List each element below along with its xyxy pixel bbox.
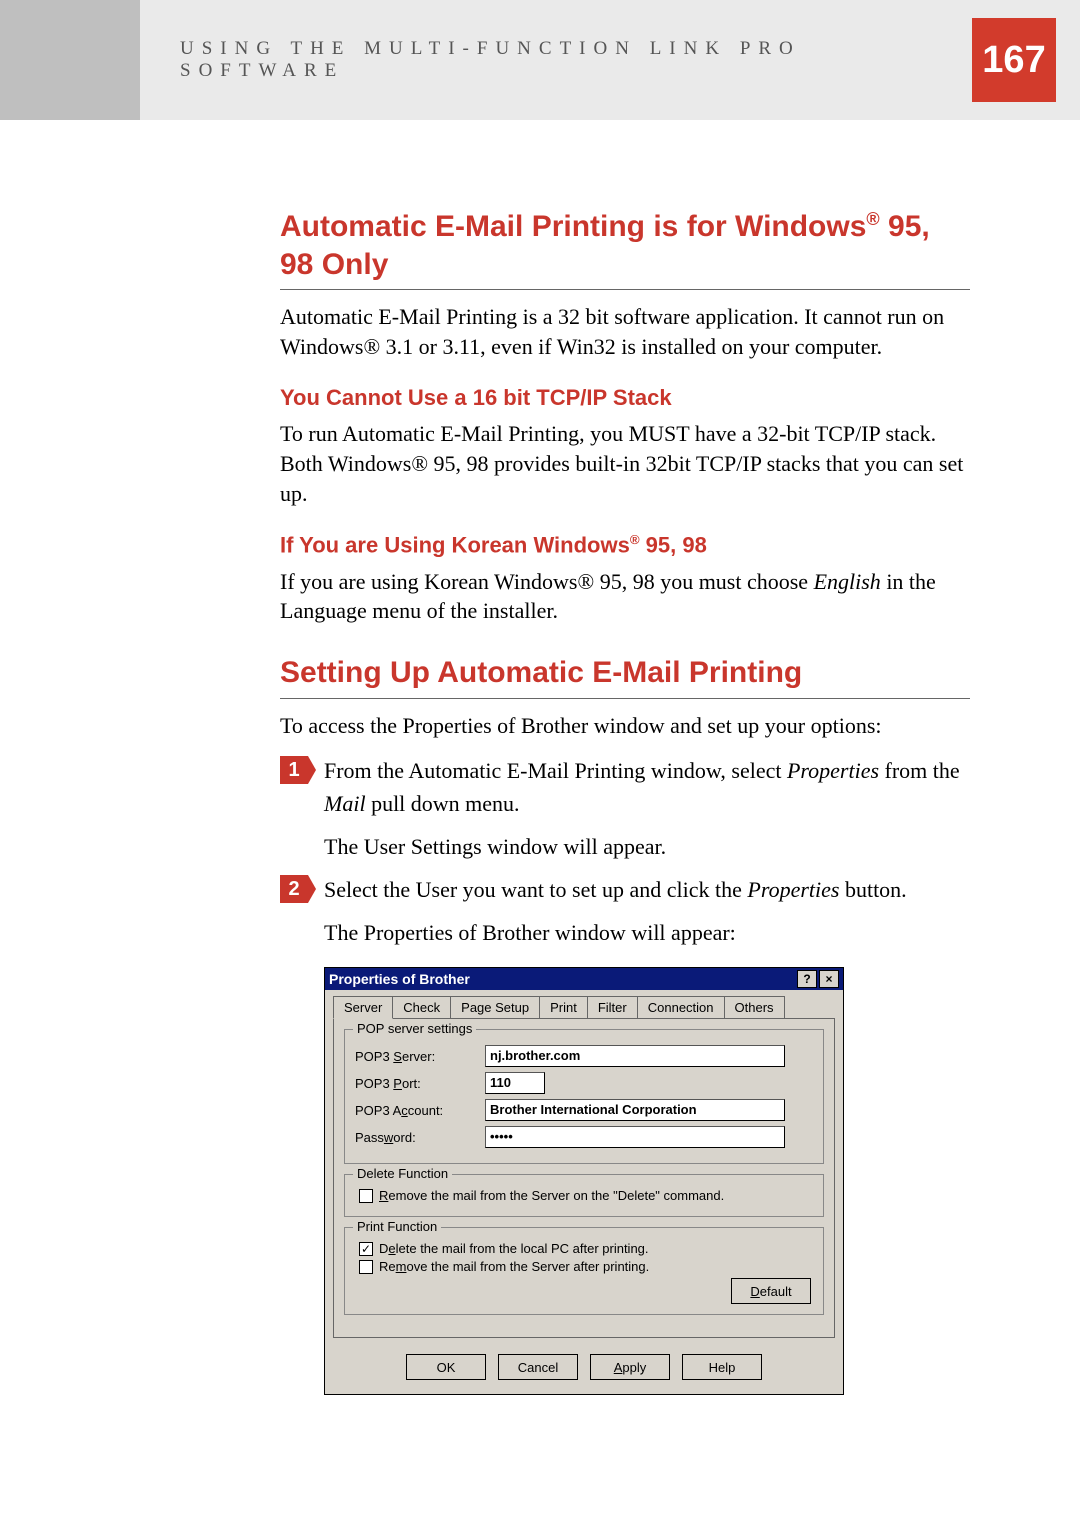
label-pop3-port: POP3 Port: xyxy=(355,1076,485,1091)
dialog-tabs: Server Check Page Setup Print Filter Con… xyxy=(325,990,843,1018)
page-header: USING THE MULTI-FUNCTION LINK PRO SOFTWA… xyxy=(0,0,1080,120)
heading-setup: Setting Up Automatic E-Mail Printing xyxy=(280,654,970,699)
tab-page-setup[interactable]: Page Setup xyxy=(450,996,540,1018)
text: button. xyxy=(839,877,906,902)
paragraph-setup-intro: To access the Properties of Brother wind… xyxy=(280,711,970,741)
input-pop3-server[interactable]: nj.brother.com xyxy=(485,1045,785,1067)
ok-button[interactable]: OK xyxy=(406,1354,486,1380)
apply-button[interactable]: Apply xyxy=(590,1354,670,1380)
paragraph-tcpip: To run Automatic E-Mail Printing, you MU… xyxy=(280,419,970,508)
registered-mark: ® xyxy=(630,532,640,547)
step-followup: The Properties of Brother window will ap… xyxy=(324,920,736,945)
heading-korean: If You are Using Korean Windows® 95, 98 xyxy=(280,532,970,558)
tab-print[interactable]: Print xyxy=(539,996,588,1018)
emphasis: Mail xyxy=(324,791,366,816)
page-content: Automatic E-Mail Printing is for Windows… xyxy=(0,120,1080,1395)
tab-connection[interactable]: Connection xyxy=(637,996,725,1018)
step-number-badge: 1 xyxy=(280,756,308,784)
checkbox-label: Remove the mail from the Server on the "… xyxy=(379,1188,724,1203)
group-title: Print Function xyxy=(353,1219,441,1234)
emphasis: Properties xyxy=(787,758,879,783)
dialog-titlebar: Properties of Brother ? × xyxy=(325,968,843,990)
checkbox-label: Remove the mail from the Server after pr… xyxy=(379,1259,649,1274)
input-pop3-port[interactable]: 110 xyxy=(485,1072,545,1094)
step-1: 1 From the Automatic E-Mail Printing win… xyxy=(280,754,970,863)
emphasis: English xyxy=(814,569,881,594)
close-icon[interactable]: × xyxy=(819,970,839,988)
label-pop3-account: POP3 Account: xyxy=(355,1103,485,1118)
heading-text-pre: Automatic E-Mail Printing is for Windows xyxy=(280,210,866,243)
page-number-badge: 167 xyxy=(972,18,1056,102)
text: If you are using Korean Windows® 95, 98 … xyxy=(280,569,814,594)
heading-auto-email: Automatic E-Mail Printing is for Windows… xyxy=(280,208,970,290)
default-button[interactable]: Default xyxy=(731,1278,811,1304)
dialog-title: Properties of Brother xyxy=(329,971,795,987)
help-icon[interactable]: ? xyxy=(797,970,817,988)
tab-others[interactable]: Others xyxy=(724,996,785,1018)
text: from the xyxy=(879,758,960,783)
label-pop3-server: POP3 Server: xyxy=(355,1049,485,1064)
input-password[interactable]: ••••• xyxy=(485,1126,785,1148)
heading-tcpip: You Cannot Use a 16 bit TCP/IP Stack xyxy=(280,385,970,411)
group-print-function: Print Function Delete the mail from the … xyxy=(344,1227,824,1315)
paragraph-auto-email: Automatic E-Mail Printing is a 32 bit so… xyxy=(280,302,970,361)
checkbox-remove-server-after-print[interactable]: Remove the mail from the Server after pr… xyxy=(359,1259,813,1274)
text: Select the User you want to set up and c… xyxy=(324,877,747,902)
input-pop3-account[interactable]: Brother International Corporation xyxy=(485,1099,785,1121)
emphasis: Properties xyxy=(747,877,839,902)
paragraph-korean: If you are using Korean Windows® 95, 98 … xyxy=(280,567,970,626)
group-delete-function: Delete Function Remove the mail from the… xyxy=(344,1174,824,1217)
group-title: Delete Function xyxy=(353,1166,452,1181)
heading-korean-post: 95, 98 xyxy=(640,533,707,558)
text: From the Automatic E-Mail Printing windo… xyxy=(324,758,787,783)
group-title: POP server settings xyxy=(353,1021,476,1036)
field-password: Password: ••••• xyxy=(355,1126,813,1148)
heading-korean-pre: If You are Using Korean Windows xyxy=(280,533,630,558)
tab-server[interactable]: Server xyxy=(333,996,393,1019)
tab-check[interactable]: Check xyxy=(392,996,451,1018)
help-button[interactable]: Help xyxy=(682,1354,762,1380)
step-2: 2 Select the User you want to set up and… xyxy=(280,873,970,949)
cancel-button[interactable]: Cancel xyxy=(498,1354,578,1380)
dialog-button-row: OK Cancel Apply Help xyxy=(325,1346,843,1394)
label-password: Password: xyxy=(355,1130,485,1145)
step-number-badge: 2 xyxy=(280,875,308,903)
chapter-label: USING THE MULTI-FUNCTION LINK PRO SOFTWA… xyxy=(180,38,972,82)
properties-dialog: Properties of Brother ? × Server Check P… xyxy=(324,967,844,1395)
text: pull down menu. xyxy=(366,791,520,816)
checkbox-delete-local-after-print[interactable]: Delete the mail from the local PC after … xyxy=(359,1241,813,1256)
dialog-panel: POP server settings POP3 Server: nj.brot… xyxy=(333,1018,835,1338)
checkbox-label: Delete the mail from the local PC after … xyxy=(379,1241,649,1256)
tab-filter[interactable]: Filter xyxy=(587,996,638,1018)
field-pop3-port: POP3 Port: 110 xyxy=(355,1072,813,1094)
checkbox-icon[interactable] xyxy=(359,1242,373,1256)
steps-list: 1 From the Automatic E-Mail Printing win… xyxy=(280,754,970,949)
field-pop3-account: POP3 Account: Brother International Corp… xyxy=(355,1099,813,1121)
checkbox-icon[interactable] xyxy=(359,1189,373,1203)
group-pop-server: POP server settings POP3 Server: nj.brot… xyxy=(344,1029,824,1164)
checkbox-remove-on-delete[interactable]: Remove the mail from the Server on the "… xyxy=(359,1188,813,1203)
checkbox-icon[interactable] xyxy=(359,1260,373,1274)
field-pop3-server: POP3 Server: nj.brother.com xyxy=(355,1045,813,1067)
step-followup: The User Settings window will appear. xyxy=(324,834,666,859)
registered-mark: ® xyxy=(866,209,879,229)
